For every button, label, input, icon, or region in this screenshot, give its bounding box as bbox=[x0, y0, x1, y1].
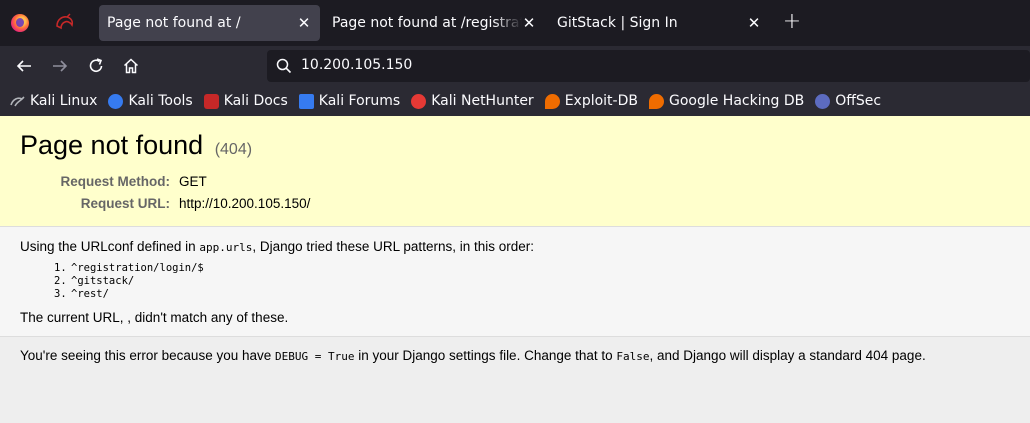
tab-gitstack[interactable]: GitStack | Sign In ✕ bbox=[549, 5, 770, 41]
request-method-label: Request Method: bbox=[60, 174, 171, 189]
page-content: Page not found (404) Request Method: GET… bbox=[0, 116, 1030, 423]
kali-forums-icon bbox=[298, 93, 314, 109]
explanation-part: You're seeing this error because you hav… bbox=[20, 348, 275, 363]
nethunter-icon bbox=[411, 93, 427, 109]
url-patterns-list: 1. ^registration/login/$ 2. ^gitstack/ 3. ^… bbox=[54, 262, 1010, 301]
url-text[interactable]: 10.200.105.150 bbox=[301, 57, 412, 73]
navigation-bar: 10.200.105.150 bbox=[0, 46, 1030, 86]
explanation-part: , and Django will display a standard 404… bbox=[649, 348, 926, 363]
urlconf-message: Using the URLconf defined in app.urls, D… bbox=[20, 239, 1010, 254]
reload-button[interactable] bbox=[85, 55, 107, 77]
page-title: Page not found (404) bbox=[20, 130, 1010, 161]
bookmark-label: Google Hacking DB bbox=[668, 93, 805, 109]
firefox-icon[interactable] bbox=[11, 14, 29, 32]
pattern-text: ^gitstack/ bbox=[71, 275, 135, 287]
new-tab-button[interactable]: + bbox=[780, 11, 804, 35]
bookmark-label: Kali Tools bbox=[128, 93, 193, 109]
debug-explanation: You're seeing this error because you hav… bbox=[0, 337, 1030, 363]
request-url-value: http://10.200.105.150/ bbox=[179, 196, 311, 211]
kali-docs-icon bbox=[203, 93, 219, 109]
false-value: False bbox=[616, 350, 650, 363]
bookmark-exploit-db[interactable]: Exploit-DB bbox=[544, 93, 638, 109]
bookmark-kali-docs[interactable]: Kali Docs bbox=[203, 93, 288, 109]
request-method-row: Request Method: GET bbox=[20, 174, 1010, 196]
back-button[interactable] bbox=[13, 55, 35, 77]
back-arrow-icon bbox=[16, 60, 31, 72]
tab-label: Page not found at / bbox=[107, 15, 241, 31]
bookmark-label: Kali Linux bbox=[30, 93, 98, 109]
bookmark-google-hacking-db[interactable]: Google Hacking DB bbox=[648, 93, 805, 109]
kali-tab-icon[interactable] bbox=[55, 13, 75, 31]
pattern-text: ^rest/ bbox=[71, 288, 109, 300]
tab-page-not-found[interactable]: Page not found at / ✕ bbox=[99, 5, 320, 41]
bookmark-label: Kali Docs bbox=[223, 93, 288, 109]
tab-label: Page not found at /registration bbox=[332, 15, 522, 31]
explanation-part: in your Django settings file. Change tha… bbox=[354, 348, 617, 363]
list-item: 2. ^gitstack/ bbox=[54, 275, 1010, 288]
pattern-number: 2. bbox=[54, 275, 67, 287]
kali-dragon-icon bbox=[10, 94, 25, 109]
exploit-db-icon bbox=[544, 93, 560, 109]
search-icon bbox=[276, 58, 292, 74]
request-url-label: Request URL: bbox=[80, 196, 170, 211]
current-url-message: The current URL, , didn't match any of t… bbox=[20, 310, 289, 325]
bookmark-kali-tools[interactable]: Kali Tools bbox=[108, 93, 193, 109]
bookmark-label: Kali Forums bbox=[318, 93, 401, 109]
page-title-text: Page not found bbox=[20, 130, 204, 160]
bookmark-kali-nethunter[interactable]: Kali NetHunter bbox=[411, 93, 534, 109]
home-button[interactable] bbox=[120, 55, 142, 77]
request-meta: Request Method: GET Request URL: http://… bbox=[20, 174, 1010, 218]
bookmark-kali-linux[interactable]: Kali Linux bbox=[10, 93, 97, 109]
urlconf-module: app.urls bbox=[199, 241, 253, 254]
url-patterns-info: Using the URLconf defined in app.urls, D… bbox=[0, 227, 1030, 337]
ghdb-icon bbox=[648, 93, 664, 109]
request-url-row: Request URL: http://10.200.105.150/ bbox=[20, 196, 1010, 218]
bookmarks-toolbar: Kali Linux Kali Tools Kali Docs Kali For… bbox=[0, 86, 1030, 116]
list-item: 1. ^registration/login/$ bbox=[54, 262, 1010, 275]
pattern-text: ^registration/login/$ bbox=[71, 262, 204, 274]
urlconf-prefix: Using the URLconf defined in bbox=[20, 239, 200, 254]
debug-setting: DEBUG = True bbox=[275, 350, 355, 363]
bookmark-label: OffSec bbox=[835, 93, 882, 109]
pattern-number: 3. bbox=[54, 288, 67, 300]
url-bar[interactable]: 10.200.105.150 bbox=[267, 50, 1030, 82]
pattern-number: 1. bbox=[54, 262, 67, 274]
forward-arrow-icon bbox=[53, 60, 68, 72]
close-tab-icon[interactable]: ✕ bbox=[295, 14, 313, 32]
request-method-value: GET bbox=[179, 174, 207, 189]
close-tab-icon[interactable]: ✕ bbox=[520, 14, 538, 32]
list-item: 3. ^rest/ bbox=[54, 288, 1010, 301]
tab-registration[interactable]: Page not found at /registration ✕ bbox=[324, 5, 544, 41]
kali-tools-icon bbox=[108, 93, 124, 109]
bookmark-kali-forums[interactable]: Kali Forums bbox=[298, 93, 401, 109]
tab-label: GitStack | Sign In bbox=[557, 15, 678, 31]
bookmark-label: Kali NetHunter bbox=[431, 93, 534, 109]
home-icon bbox=[123, 58, 139, 74]
tab-strip: Page not found at / ✕ Page not found at … bbox=[0, 0, 1030, 46]
offsec-icon bbox=[815, 93, 831, 109]
urlconf-suffix: , Django tried these URL patterns, in th… bbox=[252, 239, 534, 254]
reload-icon bbox=[89, 58, 103, 72]
status-code: (404) bbox=[214, 141, 253, 158]
close-tab-icon[interactable]: ✕ bbox=[745, 14, 763, 32]
explanation-text: You're seeing this error because you hav… bbox=[20, 348, 1010, 363]
error-summary: Page not found (404) Request Method: GET… bbox=[0, 116, 1030, 227]
bookmark-label: Exploit-DB bbox=[564, 93, 638, 109]
forward-button[interactable] bbox=[49, 55, 71, 77]
bookmark-offsec[interactable]: OffSec bbox=[815, 93, 881, 109]
